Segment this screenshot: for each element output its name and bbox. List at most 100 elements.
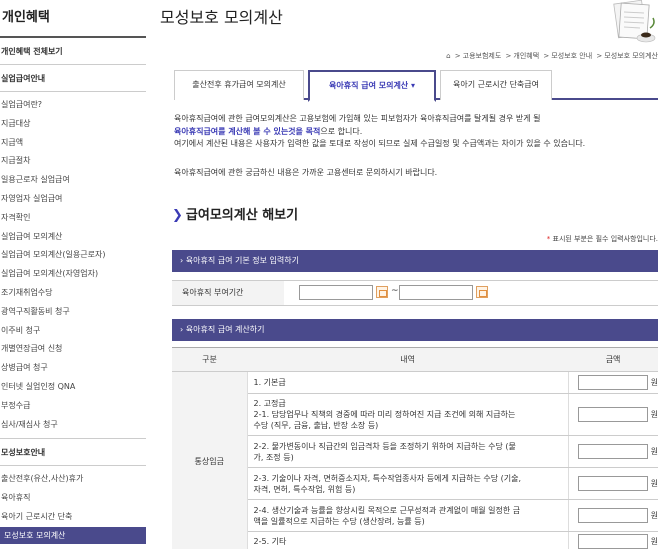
sidebar-item[interactable]: 일용근로자 실업급여	[0, 171, 146, 190]
sidebar-item[interactable]: 육아휴직	[0, 489, 146, 508]
desc-cell: 2-4. 생산기술과 능률을 향상시킬 목적으로 근무성적과 관계없이 매월 일…	[247, 499, 569, 532]
currency-unit: 원	[650, 447, 658, 456]
range-separator: ~	[391, 286, 399, 296]
intro-text-rest: 으로 합니다.	[320, 126, 363, 136]
tab-maternity-leave-calc[interactable]: 출산전후 휴가급여 모의계산	[174, 70, 304, 100]
table-header-row: 구분 내역 금액	[172, 347, 658, 372]
intro-emphasis: 육아휴직급여를 계산해 볼 수 있는것을 목적	[174, 126, 321, 136]
intro-text: 육아휴직급여에 관한 급여모의계산은 고용보험에 가입해 있는 피보험자가 육아…	[174, 113, 662, 179]
home-icon[interactable]: ⌂	[446, 52, 450, 60]
amount-cell: 원	[568, 531, 658, 549]
sidebar-item[interactable]: 지급액	[0, 134, 146, 153]
chevron-right-icon: ❯	[172, 208, 183, 223]
amount-cell: 원	[568, 371, 658, 394]
required-star-icon: *	[546, 235, 551, 243]
sidebar-item[interactable]: 이주비 청구	[0, 322, 146, 341]
calendar-icon[interactable]	[376, 286, 388, 298]
desc-cell: 2. 고정급 2-1. 담당업무나 직책의 경중에 따라 미리 정하여진 지급 조…	[247, 393, 569, 436]
amount-cell: 원	[568, 435, 658, 468]
sidebar-item-maternity[interactable]: 모성보호안내	[0, 439, 146, 467]
leave-period-label: 육아휴직 부여기간	[172, 281, 284, 305]
amount-cell: 원	[568, 499, 658, 532]
sidebar-item[interactable]: 심사/재심사 청구	[0, 416, 146, 435]
amount-cell: 원	[568, 467, 658, 500]
calc-table: 구분 내역 금액 통상임금 1. 기본급 원 2. 고정급 2-1. 담당업무나 …	[172, 347, 658, 549]
sidebar-item[interactable]: 자격확인	[0, 209, 146, 228]
breadcrumb-item[interactable]: 모성보호 안내	[551, 52, 592, 60]
required-note: * 표시된 부분은 필수 입력사항입니다.	[547, 234, 658, 244]
sidebar: 개인혜택 개인혜택 전체보기 실업급여안내 실업급여란? 지급대상 지급액 지급…	[0, 0, 146, 549]
sidebar-item-all-benefits[interactable]: 개인혜택 전체보기	[0, 38, 146, 65]
amount-cell: 원	[568, 393, 658, 436]
leave-end-date-input[interactable]	[399, 285, 473, 300]
currency-unit: 원	[650, 410, 658, 419]
breadcrumb-item-current: 모성보호 모의계산	[604, 52, 658, 60]
desc-cell: 2-2. 물가변동이나 직급간의 임금격차 등을 조정하기 위하여 지급하는 수…	[247, 435, 569, 468]
calendar-icon[interactable]	[476, 286, 488, 298]
desc-cell: 2-3. 기술이나 자격, 면허증소지자, 특수작업종사자 등에게 지급하는 수…	[247, 467, 569, 500]
currency-unit: 원	[650, 378, 658, 387]
page-title: 모성보호 모의계산	[160, 8, 283, 27]
sidebar-item-active[interactable]: 모성보호 모의계산	[0, 526, 146, 544]
breadcrumb-item[interactable]: 고용보험제도	[463, 52, 502, 60]
col-header-category: 구분	[172, 347, 247, 372]
sidebar-item[interactable]: 자영업자 실업급여	[0, 190, 146, 209]
tab-bar: 출산전후 휴가급여 모의계산 육아휴직 급여 모의계산 ▾ 육아기 근로시간 단…	[174, 70, 658, 102]
col-header-desc: 내역	[247, 347, 569, 372]
currency-unit: 원	[650, 479, 658, 488]
main-content: 모성보호 모의계산 ⌂ > 고용보험제도 > 개인혜택 > 모성보호 안내 > 모성보호…	[160, 0, 662, 549]
currency-unit: 원	[650, 537, 658, 546]
amount-input[interactable]	[577, 476, 648, 491]
amount-input[interactable]	[577, 508, 648, 523]
sidebar-item[interactable]: 실업급여란?	[0, 96, 146, 115]
sidebar-item[interactable]: 부정수급	[0, 397, 146, 416]
sidebar-item[interactable]: 광역구직활동비 청구	[0, 303, 146, 322]
amount-input[interactable]	[577, 534, 648, 549]
chevron-right-icon: ›	[180, 256, 184, 265]
section-title-text: 급여모의계산 해보기	[185, 208, 299, 223]
breadcrumb: ⌂ > 고용보험제도 > 개인혜택 > 모성보호 안내 > 모성보호 모의계산	[446, 52, 658, 60]
calc-bar-label: 육아휴직 급여 계산하기	[185, 325, 265, 334]
tab-reduced-hours-benefit[interactable]: 육아기 근로시간 단축급여	[440, 70, 552, 100]
table-row: 통상임금 1. 기본급 원	[172, 371, 658, 549]
leave-start-date-input[interactable]	[299, 285, 373, 300]
document-coffee-illustration	[613, 0, 656, 43]
sidebar-item[interactable]: 육아기 근로시간 단축	[0, 508, 146, 527]
intro-line: 여기에서 계산된 내용은 사용자가 입력한 값을 토대로 작성이 되므로 실제 …	[174, 139, 586, 148]
required-note-text: 표시된 부분은 필수 입력사항입니다.	[552, 235, 659, 243]
sidebar-item[interactable]: 지급절차	[0, 152, 146, 171]
intro-line: 육아휴직급여에 관한 급여모의계산은 고용보험에 가입해 있는 피보험자가 육아…	[174, 114, 541, 123]
currency-unit: 원	[650, 511, 658, 520]
breadcrumb-item[interactable]: 개인혜택	[513, 52, 539, 60]
sidebar-item[interactable]: 실업급여 모의계산	[0, 228, 146, 247]
sidebar-unemployment-list: 실업급여란? 지급대상 지급액 지급절차 일용근로자 실업급여 자영업자 실업급…	[0, 92, 146, 434]
desc-cell: 2-5. 기타	[247, 531, 569, 549]
sidebar-item-unemployment[interactable]: 실업급여안내	[0, 65, 146, 92]
sidebar-item[interactable]: 상병급여 청구	[0, 359, 146, 378]
basic-info-bar-label: 육아휴직 급여 기본 정보 입력하기	[185, 256, 299, 265]
sidebar-maternity-list: 출산전후(유산,사산)휴가 육아휴직 육아기 근로시간 단축 모성보호 모의계산	[0, 466, 146, 544]
amount-input[interactable]	[577, 375, 648, 390]
sidebar-item[interactable]: 개별연장급여 신청	[0, 340, 146, 359]
sidebar-item[interactable]: 출산전후(유산,사산)휴가	[0, 470, 146, 489]
leave-period-row: 육아휴직 부여기간 ~	[172, 280, 658, 306]
intro-line: 육아휴직급여를 계산해 볼 수 있는것을 목적으로 합니다.	[174, 126, 662, 139]
tab-parental-leave-calc[interactable]: 육아휴직 급여 모의계산 ▾	[308, 70, 436, 102]
calc-bar: › 육아휴직 급여 계산하기	[172, 319, 658, 341]
basic-info-bar: › 육아휴직 급여 기본 정보 입력하기	[172, 250, 658, 272]
amount-input[interactable]	[577, 407, 648, 422]
sidebar-item[interactable]: 조기재취업수당	[0, 284, 146, 303]
chevron-down-icon: ▾	[410, 81, 415, 90]
intro-line: 육아휴직급여에 관한 궁금하신 내용은 가까운 고용센터로 문의하시기 바랍니다…	[174, 167, 438, 177]
amount-input[interactable]	[577, 444, 648, 459]
sidebar-item[interactable]: 실업급여 모의계산(일용근로자)	[0, 246, 146, 265]
sidebar-item[interactable]: 실업급여 모의계산(자영업자)	[0, 265, 146, 284]
tab-label: 육아휴직 급여 모의계산	[329, 81, 409, 90]
section-title: ❯ 급여모의계산 해보기	[172, 204, 298, 223]
col-header-amount: 금액	[568, 347, 658, 372]
sidebar-item[interactable]: 인터넷 실업인정 QNA	[0, 378, 146, 397]
desc-cell: 1. 기본급	[247, 371, 569, 394]
category-cell: 통상임금	[172, 371, 248, 549]
chevron-right-icon: ›	[180, 325, 184, 334]
sidebar-item[interactable]: 지급대상	[0, 115, 146, 134]
